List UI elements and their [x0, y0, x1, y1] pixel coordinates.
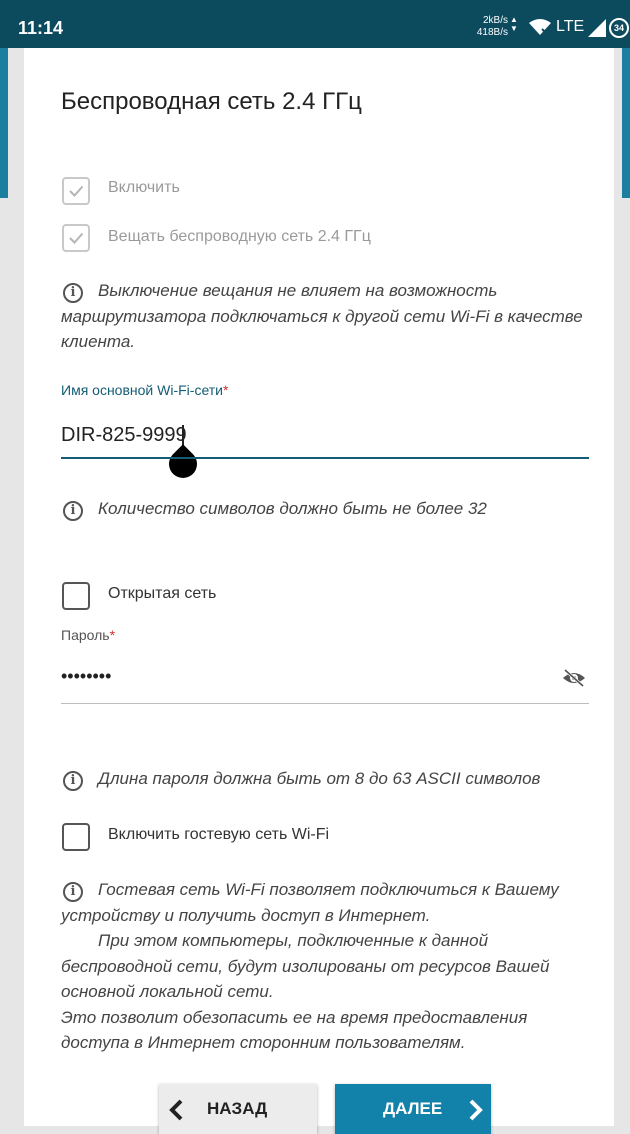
upload-speed: 2kB/s	[482, 15, 508, 26]
transfer-arrows-icon: ▲ ▼	[510, 15, 518, 33]
info-icon: i	[63, 771, 83, 791]
info-password-text: Длина пароля должна быть от 8 до 63 ASCI…	[98, 769, 541, 788]
back-button[interactable]: НАЗАД	[159, 1084, 317, 1134]
ssid-label-text: Имя основной Wi-Fi-сети	[61, 382, 223, 398]
info-guest-line7: доступа в Интернет сторонним пользовател…	[61, 1033, 466, 1052]
info-icon: i	[63, 501, 83, 521]
info-broadcast-line2: маршрутизатора подключаться к другой сет…	[61, 306, 583, 326]
password-label-text: Пароль	[61, 627, 110, 643]
signal-icon	[588, 19, 606, 37]
info-guest-line3: При этом компьютеры, подключенные к данн…	[98, 931, 489, 950]
ssid-input[interactable]: DIR-825-9999	[61, 424, 187, 447]
required-mark: *	[223, 382, 229, 398]
network-speed: 2kB/s 418B/s	[468, 15, 508, 39]
network-type: LTE	[556, 18, 585, 35]
page-title: Беспроводная сеть 2.4 ГГц	[61, 88, 362, 115]
info-broadcast-line3: клиента.	[61, 332, 136, 351]
info-ssid-text: Количество символов должно быть не более…	[98, 499, 487, 518]
password-underline	[61, 703, 589, 704]
enable-label: Включить	[108, 179, 180, 196]
open-network-checkbox[interactable]	[62, 582, 90, 610]
password-label: Пароль*	[61, 627, 115, 643]
info-guest-text: Гостевая сеть Wi-Fi позволяет подключить…	[61, 877, 606, 1056]
open-network-label: Открытая сеть	[108, 585, 217, 602]
status-time: 11:14	[18, 18, 64, 38]
chevron-right-icon	[469, 1099, 483, 1121]
wifi-icon	[529, 19, 551, 36]
guest-network-checkbox[interactable]	[62, 823, 90, 851]
info-broadcast-line1: Выключение вещания не влияет на возможно…	[98, 281, 498, 300]
back-button-label: НАЗАД	[207, 1099, 268, 1118]
info-guest-line2: устройству и получить доступ в Интернет.	[61, 905, 431, 925]
background-band-left	[0, 48, 8, 198]
check-icon	[69, 185, 84, 197]
wizard-card: Беспроводная сеть 2.4 ГГц Включить Вещат…	[24, 48, 614, 1134]
info-guest-line6: Это позволит обезопасить ее на время пре…	[61, 1007, 528, 1027]
battery-icon: 34	[609, 18, 629, 38]
info-guest-line1: Гостевая сеть Wi-Fi позволяет подключить…	[98, 880, 559, 899]
password-input[interactable]: ••••••••	[61, 666, 111, 687]
ssid-label: Имя основной Wi-Fi-сети*	[61, 382, 228, 398]
info-guest-line4: беспроводной сети, будут изолированы от …	[61, 956, 550, 976]
required-mark: *	[109, 627, 116, 643]
cursor-handle[interactable]	[163, 444, 203, 484]
info-broadcast-text: Выключение вещания не влияет на возможно…	[61, 278, 601, 355]
chevron-left-icon	[169, 1099, 183, 1121]
broadcast-label: Вещать беспроводную сеть 2.4 ГГц	[108, 228, 371, 245]
ssid-underline	[61, 457, 589, 459]
status-bar: 11:14 2kB/s 418B/s ▲ ▼ LTE 34	[0, 0, 630, 48]
info-guest-line5: основной локальной сети.	[61, 982, 274, 1001]
guest-network-label: Включить гостевую сеть Wi-Fi	[108, 826, 330, 843]
check-icon	[69, 232, 84, 244]
next-button-label: ДАЛЕЕ	[383, 1099, 443, 1118]
download-speed: 418B/s	[476, 27, 508, 38]
eye-off-icon[interactable]	[562, 668, 586, 688]
enable-checkbox[interactable]	[62, 177, 90, 205]
broadcast-checkbox[interactable]	[62, 224, 90, 252]
background-band-right	[622, 48, 630, 198]
next-button[interactable]: ДАЛЕЕ	[335, 1084, 491, 1134]
